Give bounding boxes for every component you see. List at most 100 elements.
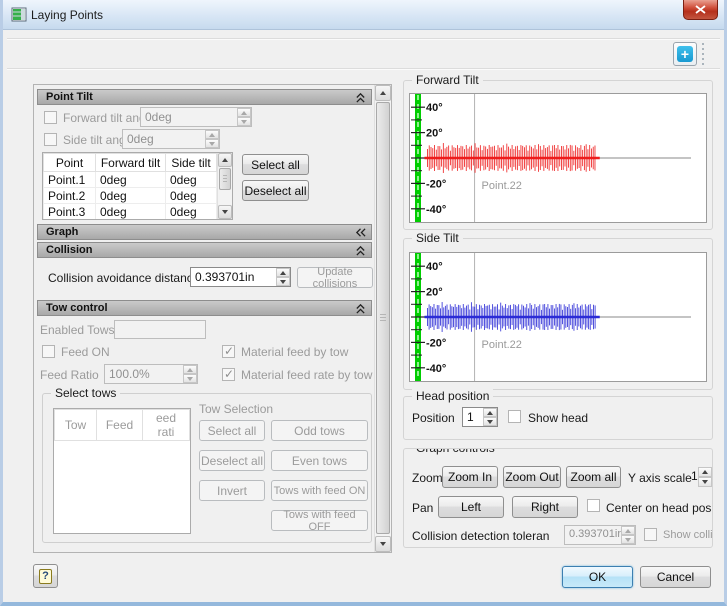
- tows-feed-off-button[interactable]: Tows with feed OFF: [271, 509, 368, 533]
- table-header-row: Tow Feed eed rati: [54, 409, 190, 441]
- point-deselect-all-button[interactable]: Deselect all: [242, 180, 309, 201]
- col-side-tilt[interactable]: Side tilt: [165, 153, 217, 172]
- section-title: Collision: [46, 244, 93, 256]
- pan-right-button[interactable]: Right: [512, 496, 578, 518]
- forward-tilt-angle-value: 0deg: [145, 110, 172, 124]
- feed-ratio-label: Feed Ratio: [40, 368, 99, 382]
- collapse-chevron-icon[interactable]: [355, 303, 366, 314]
- point-select-all-button[interactable]: Select all: [242, 154, 309, 175]
- section-title: Graph: [46, 226, 79, 238]
- toolbar-grip[interactable]: [702, 43, 704, 67]
- position-spinner[interactable]: 1: [462, 407, 498, 427]
- update-collisions-button[interactable]: Update collisions: [297, 266, 373, 290]
- spin-down-icon[interactable]: [183, 374, 197, 383]
- window-title: Laying Points: [31, 8, 104, 22]
- spin-down-icon[interactable]: [205, 139, 219, 148]
- tow-deselect-all-button[interactable]: Deselect all: [199, 450, 265, 471]
- spin-down-icon[interactable]: [621, 535, 635, 544]
- title-bar[interactable]: Laying Points: [3, 0, 724, 30]
- show-collisions-checkbox[interactable]: [644, 528, 657, 541]
- app-icon: [11, 7, 27, 22]
- collapse-chevron-icon[interactable]: [355, 245, 366, 256]
- forward-tilt-graph: 40° 20° -20° -40° Point.22: [409, 93, 707, 223]
- y-axis-scale-spinner[interactable]: 1: [691, 467, 712, 487]
- scroll-up-icon[interactable]: [218, 153, 232, 167]
- y-tick-label: 20°: [426, 287, 443, 299]
- feed-on-label: Feed ON: [61, 345, 110, 359]
- spin-up-icon[interactable]: [698, 467, 712, 477]
- spin-up-icon[interactable]: [237, 108, 251, 117]
- help-button[interactable]: ?: [33, 564, 58, 588]
- col-point[interactable]: Point: [43, 153, 96, 172]
- forward-tilt-group: Forward Tilt 40° 20° -20° -40° Point.22: [403, 73, 713, 230]
- col-forward-tilt[interactable]: Forward tilt: [95, 153, 166, 172]
- side-tilt-angle-checkbox[interactable]: [44, 133, 57, 146]
- section-header-point-tilt[interactable]: Point Tilt: [37, 89, 372, 105]
- center-on-head-checkbox[interactable]: [587, 499, 600, 512]
- pan-left-button[interactable]: Left: [438, 496, 504, 518]
- section-header-tow-control[interactable]: Tow control: [37, 300, 372, 316]
- point-table-scrollbar[interactable]: [217, 153, 232, 219]
- feed-on-checkbox[interactable]: [42, 345, 55, 358]
- scroll-down-icon[interactable]: [375, 536, 391, 552]
- zoom-in-button[interactable]: Zoom In: [442, 466, 498, 488]
- y-tick-label: 40°: [426, 261, 443, 273]
- close-button[interactable]: [683, 0, 718, 20]
- collision-tolerance-spinner[interactable]: 0.393701in: [564, 525, 636, 545]
- ok-button[interactable]: OK: [562, 566, 633, 588]
- spin-up-icon[interactable]: [205, 130, 219, 139]
- spin-down-icon[interactable]: [276, 277, 290, 286]
- expand-chevron-icon[interactable]: [355, 227, 366, 238]
- spin-up-icon[interactable]: [276, 268, 290, 277]
- scroll-thumb[interactable]: [376, 102, 390, 534]
- collapse-chevron-icon[interactable]: [355, 92, 366, 103]
- zoom-out-button[interactable]: Zoom Out: [503, 466, 561, 488]
- scroll-down-icon[interactable]: [218, 205, 232, 219]
- spin-down-icon[interactable]: [483, 417, 497, 426]
- select-tows-group: Select tows Tow Feed eed rati Tow Select…: [42, 386, 372, 543]
- tows-feed-on-button[interactable]: Tows with feed ON: [271, 480, 368, 501]
- material-feed-rate-checkbox[interactable]: [222, 367, 235, 381]
- material-feed-by-tow-checkbox[interactable]: [222, 344, 235, 358]
- zoom-all-button[interactable]: Zoom all: [566, 466, 621, 488]
- position-value: 1: [467, 410, 474, 424]
- left-panel-scrollbar[interactable]: [374, 85, 391, 552]
- col-feed-ratio[interactable]: eed rati: [142, 409, 190, 441]
- col-feed[interactable]: Feed: [96, 409, 143, 441]
- spin-down-icon[interactable]: [698, 477, 712, 487]
- y-tick-label: 40°: [426, 102, 443, 114]
- table-row[interactable]: Point.2 0deg 0deg: [43, 187, 217, 204]
- y-axis-scale-label: Y axis scale: [628, 471, 692, 485]
- feed-ratio-spinner[interactable]: 100.0%: [104, 364, 198, 384]
- spin-up-icon[interactable]: [183, 365, 197, 374]
- tow-even-tows-button[interactable]: Even tows: [271, 450, 368, 471]
- spin-up-icon[interactable]: [621, 526, 635, 535]
- tow-invert-button[interactable]: Invert: [199, 480, 265, 501]
- forward-tilt-angle-checkbox[interactable]: [44, 111, 57, 124]
- point-tilt-table[interactable]: Point Forward tilt Side tilt Point.1 0de…: [42, 152, 233, 220]
- spin-down-icon[interactable]: [237, 117, 251, 126]
- y-tick-label: -20°: [426, 178, 446, 190]
- laying-points-dialog: Laying Points + Point Tilt Forward tilt …: [0, 0, 727, 606]
- side-tilt-angle-spinner[interactable]: 0deg: [122, 129, 220, 149]
- graph-controls-group: Graph controls Zoom Zoom In Zoom Out Zoo…: [403, 448, 713, 548]
- scroll-thumb[interactable]: [219, 168, 231, 190]
- collision-avoidance-spinner[interactable]: 0.393701in: [190, 267, 291, 287]
- table-header-row: Point Forward tilt Side tilt: [43, 153, 217, 172]
- scroll-up-icon[interactable]: [375, 85, 391, 101]
- enabled-tows-field[interactable]: [114, 320, 206, 339]
- show-head-checkbox[interactable]: [508, 410, 521, 423]
- section-header-graph[interactable]: Graph: [37, 224, 372, 240]
- table-row[interactable]: Point.1 0deg 0deg: [43, 171, 217, 188]
- col-tow[interactable]: Tow: [54, 409, 97, 441]
- tow-select-all-button[interactable]: Select all: [199, 420, 265, 441]
- collision-avoidance-value: 0.393701in: [195, 270, 255, 284]
- forward-tilt-angle-spinner[interactable]: 0deg: [140, 107, 252, 127]
- tow-table[interactable]: Tow Feed eed rati: [53, 408, 191, 534]
- cancel-button[interactable]: Cancel: [640, 566, 711, 588]
- section-header-collision[interactable]: Collision: [37, 242, 372, 258]
- tow-odd-tows-button[interactable]: Odd tows: [271, 420, 368, 441]
- spin-up-icon[interactable]: [483, 408, 497, 417]
- add-button[interactable]: +: [673, 42, 697, 66]
- table-row[interactable]: Point.3 0deg 0deg: [43, 203, 217, 219]
